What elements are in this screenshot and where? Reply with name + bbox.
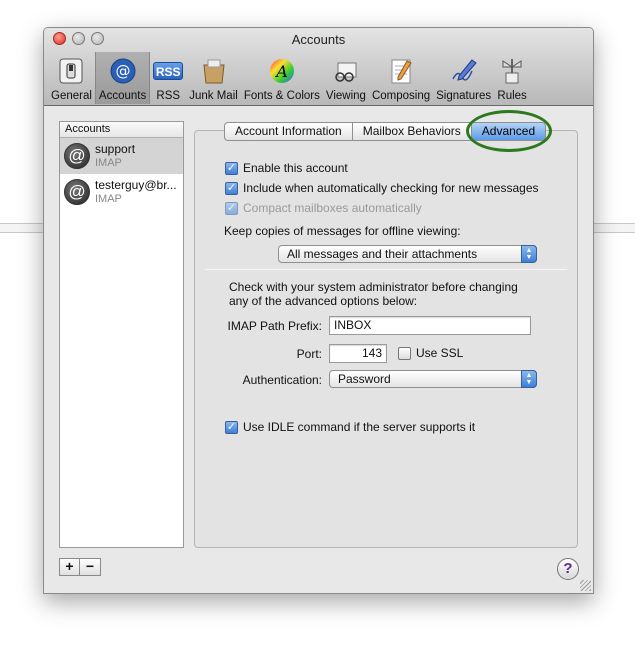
resize-grip[interactable] bbox=[580, 580, 591, 591]
authentication-select[interactable]: Password ▲ ▼ bbox=[329, 370, 537, 388]
port-input[interactable]: 143 bbox=[329, 344, 387, 363]
accounts-list-header: Accounts bbox=[60, 122, 183, 138]
toolbar-accounts[interactable]: @ Accounts bbox=[94, 52, 151, 104]
at-sign-icon: @ bbox=[64, 143, 90, 169]
account-item-testerguy[interactable]: @ testerguy@br... IMAP bbox=[60, 174, 183, 210]
select-arrows-icon: ▲ ▼ bbox=[521, 245, 537, 263]
preferences-toolbar: General @ Accounts RSS RSS Junk Mail A F… bbox=[48, 52, 593, 104]
advanced-tab-highlight-ring bbox=[466, 110, 552, 152]
offline-copies-select[interactable]: All messages and their attachments ▲ ▼ bbox=[278, 245, 537, 263]
svg-text:A: A bbox=[274, 62, 288, 81]
include-check-label: Include when automatically checking for … bbox=[243, 181, 539, 195]
idle-label: Use IDLE command if the server supports … bbox=[243, 420, 476, 434]
offline-label: Keep copies of messages for offline view… bbox=[224, 224, 461, 238]
imap-prefix-label: IMAP Path Prefix: bbox=[227, 319, 322, 333]
admin-note-line1: Check with your system administrator bef… bbox=[229, 280, 518, 294]
admin-note-line2: any of the advanced options below: bbox=[229, 294, 418, 308]
idle-row[interactable]: ✓ Use IDLE command if the server support… bbox=[225, 420, 475, 434]
preferences-window: Accounts General @ Accounts RSS RSS Junk… bbox=[43, 27, 594, 594]
toolbar-junk-mail[interactable]: Junk Mail bbox=[186, 52, 241, 104]
accounts-list: Accounts @ support IMAP @ testerguy@br..… bbox=[59, 121, 184, 548]
use-ssl-label: Use SSL bbox=[416, 346, 464, 360]
toolbar-fonts-colors[interactable]: A Fonts & Colors bbox=[241, 52, 323, 104]
add-account-button[interactable]: + bbox=[59, 558, 80, 576]
tab-mailbox-behaviors[interactable]: Mailbox Behaviors bbox=[352, 122, 472, 141]
account-type: IMAP bbox=[95, 193, 122, 205]
account-type: IMAP bbox=[95, 157, 122, 169]
use-ssl-row[interactable]: Use SSL bbox=[398, 346, 463, 360]
auth-label: Authentication: bbox=[242, 373, 322, 387]
imap-prefix-input[interactable]: INBOX bbox=[329, 316, 531, 335]
select-arrows-icon: ▲ ▼ bbox=[521, 370, 537, 388]
viewing-icon bbox=[331, 56, 361, 86]
switch-icon bbox=[56, 56, 86, 86]
remove-account-button[interactable]: − bbox=[80, 558, 101, 576]
help-button[interactable]: ? bbox=[557, 558, 579, 580]
enable-account-row[interactable]: ✓ Enable this account bbox=[225, 161, 348, 175]
compact-row: ✓ Compact mailboxes automatically bbox=[225, 201, 422, 215]
junk-mail-icon bbox=[199, 56, 229, 86]
use-ssl-checkbox[interactable] bbox=[398, 346, 411, 360]
compact-checkbox: ✓ bbox=[225, 201, 238, 215]
svg-text:@: @ bbox=[115, 62, 130, 80]
rules-icon bbox=[497, 56, 527, 86]
compact-label: Compact mailboxes automatically bbox=[243, 201, 422, 215]
account-name: testerguy@br... bbox=[95, 178, 177, 192]
fonts-colors-icon: A bbox=[267, 56, 297, 86]
toolbar-general[interactable]: General bbox=[48, 52, 95, 104]
offline-copies-value: All messages and their attachments bbox=[287, 247, 478, 261]
toolbar-composing[interactable]: Composing bbox=[369, 52, 433, 104]
toolbar-rules[interactable]: Rules bbox=[494, 52, 530, 104]
toolbar-viewing[interactable]: Viewing bbox=[323, 52, 369, 104]
account-list-buttons: + − bbox=[59, 558, 101, 576]
section-divider bbox=[205, 269, 567, 270]
composing-icon bbox=[386, 56, 416, 86]
include-check-checkbox[interactable]: ✓ bbox=[225, 181, 238, 195]
window-title: Accounts bbox=[291, 32, 346, 47]
account-name: support bbox=[95, 142, 136, 156]
rss-icon: RSS bbox=[153, 56, 184, 86]
toolbar-rss[interactable]: RSS RSS bbox=[150, 52, 186, 104]
title-bar: Accounts General @ Accounts RSS RSS Junk… bbox=[44, 28, 593, 106]
at-sign-icon: @ bbox=[64, 179, 90, 205]
tab-account-information[interactable]: Account Information bbox=[224, 122, 353, 141]
idle-checkbox[interactable]: ✓ bbox=[225, 420, 238, 434]
include-check-row[interactable]: ✓ Include when automatically checking fo… bbox=[225, 181, 539, 195]
account-item-support[interactable]: @ support IMAP bbox=[60, 138, 183, 174]
enable-account-checkbox[interactable]: ✓ bbox=[225, 161, 238, 175]
toolbar-signatures[interactable]: Signatures bbox=[433, 52, 494, 104]
port-label: Port: bbox=[296, 347, 322, 361]
at-sign-icon: @ bbox=[108, 56, 138, 86]
signatures-icon bbox=[449, 56, 479, 86]
authentication-value: Password bbox=[338, 372, 391, 386]
enable-account-label: Enable this account bbox=[243, 161, 348, 175]
